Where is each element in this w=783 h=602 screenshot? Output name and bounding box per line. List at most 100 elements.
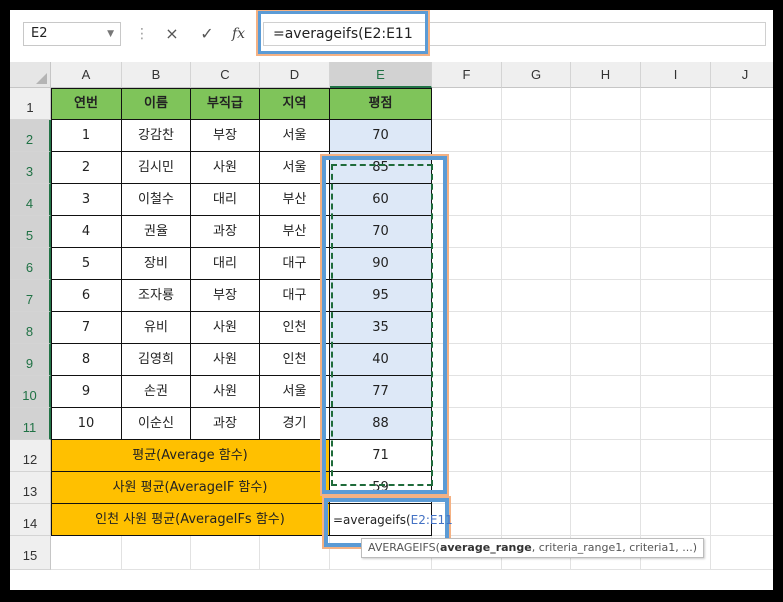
select-all-corner[interactable] [10, 62, 51, 88]
cancel-icon[interactable]: × [163, 23, 181, 45]
empty-cell[interactable] [641, 88, 711, 120]
table-cell[interactable]: 1 [51, 120, 122, 152]
table-cell[interactable]: 3 [51, 184, 122, 216]
table-header-cell[interactable]: 부직급 [191, 88, 260, 120]
empty-cell[interactable] [571, 152, 641, 184]
empty-cell[interactable] [571, 344, 641, 376]
column-header-g[interactable]: G [502, 62, 571, 88]
check-icon[interactable]: ✓ [198, 23, 216, 45]
table-cell[interactable]: 5 [51, 248, 122, 280]
row-header-11[interactable]: 11 [10, 408, 51, 440]
empty-cell[interactable] [502, 472, 571, 504]
empty-cell[interactable] [641, 472, 711, 504]
empty-cell[interactable] [191, 536, 260, 570]
table-header-cell[interactable]: 이름 [122, 88, 191, 120]
empty-cell[interactable] [571, 280, 641, 312]
empty-cell[interactable] [641, 408, 711, 440]
empty-cell[interactable] [432, 120, 502, 152]
empty-cell[interactable] [641, 248, 711, 280]
table-header-cell[interactable]: 지역 [260, 88, 330, 120]
empty-cell[interactable] [571, 120, 641, 152]
table-cell[interactable]: 8 [51, 344, 122, 376]
row-header-15[interactable]: 15 [10, 536, 51, 570]
table-cell[interactable]: 유비 [122, 312, 191, 344]
table-cell[interactable]: 6 [51, 280, 122, 312]
table-cell[interactable]: 대구 [260, 248, 330, 280]
table-cell[interactable]: 조자룡 [122, 280, 191, 312]
table-cell[interactable]: 사원 [191, 376, 260, 408]
table-cell[interactable]: 과장 [191, 408, 260, 440]
table-cell[interactable]: 과장 [191, 216, 260, 248]
row-header-7[interactable]: 7 [10, 280, 51, 312]
empty-cell[interactable] [641, 120, 711, 152]
empty-cell[interactable] [571, 504, 641, 536]
empty-cell[interactable] [502, 280, 571, 312]
table-cell[interactable]: 권율 [122, 216, 191, 248]
editing-cell-text[interactable]: =averageifs(E2:E11 [333, 510, 453, 530]
table-header-cell[interactable]: 연번 [51, 88, 122, 120]
empty-cell[interactable] [641, 280, 711, 312]
empty-cell[interactable] [711, 312, 773, 344]
tooltip-active-arg[interactable]: average_range [440, 541, 532, 554]
table-cell[interactable]: 서울 [260, 120, 330, 152]
empty-cell[interactable] [502, 440, 571, 472]
table-cell[interactable]: 인천 [260, 312, 330, 344]
summary-label[interactable]: 사원 평균(AverageIF 함수) [51, 472, 330, 504]
empty-cell[interactable] [502, 184, 571, 216]
table-cell[interactable]: 이순신 [122, 408, 191, 440]
empty-cell[interactable] [711, 152, 773, 184]
table-cell[interactable]: 부장 [191, 120, 260, 152]
row-header-2[interactable]: 2 [10, 120, 51, 152]
empty-cell[interactable] [571, 312, 641, 344]
empty-cell[interactable] [571, 408, 641, 440]
table-cell[interactable]: 대구 [260, 280, 330, 312]
empty-cell[interactable] [641, 344, 711, 376]
empty-cell[interactable] [641, 184, 711, 216]
table-cell[interactable]: 김영희 [122, 344, 191, 376]
empty-cell[interactable] [122, 536, 191, 570]
table-cell[interactable]: 9 [51, 376, 122, 408]
empty-cell[interactable] [711, 504, 773, 536]
table-cell[interactable]: 서울 [260, 152, 330, 184]
row-header-8[interactable]: 8 [10, 312, 51, 344]
column-header-h[interactable]: H [571, 62, 641, 88]
empty-cell[interactable] [641, 152, 711, 184]
tooltip-fn-name[interactable]: AVERAGEIFS( [368, 541, 440, 554]
table-cell[interactable]: 김시민 [122, 152, 191, 184]
empty-cell[interactable] [571, 184, 641, 216]
empty-cell[interactable] [571, 248, 641, 280]
empty-cell[interactable] [711, 344, 773, 376]
table-cell[interactable]: 7 [51, 312, 122, 344]
table-cell[interactable]: 2 [51, 152, 122, 184]
row-header-5[interactable]: 5 [10, 216, 51, 248]
table-cell[interactable]: 경기 [260, 408, 330, 440]
column-header-f[interactable]: F [432, 62, 502, 88]
empty-cell[interactable] [502, 312, 571, 344]
table-header-cell[interactable]: 평점 [330, 88, 432, 120]
summary-label[interactable]: 평균(Average 함수) [51, 440, 330, 472]
row-header-10[interactable]: 10 [10, 376, 51, 408]
empty-cell[interactable] [711, 120, 773, 152]
table-cell[interactable]: 사원 [191, 344, 260, 376]
empty-cell[interactable] [711, 536, 773, 570]
table-cell[interactable]: 대리 [191, 248, 260, 280]
table-cell[interactable]: 70 [330, 120, 432, 152]
empty-cell[interactable] [571, 88, 641, 120]
table-cell[interactable]: 강감찬 [122, 120, 191, 152]
row-header-12[interactable]: 12 [10, 440, 51, 472]
empty-cell[interactable] [502, 504, 571, 536]
table-cell[interactable]: 사원 [191, 312, 260, 344]
table-cell[interactable]: 대리 [191, 184, 260, 216]
empty-cell[interactable] [641, 440, 711, 472]
empty-cell[interactable] [641, 312, 711, 344]
row-header-14[interactable]: 14 [10, 504, 51, 536]
table-cell[interactable]: 손권 [122, 376, 191, 408]
empty-cell[interactable] [571, 440, 641, 472]
empty-cell[interactable] [571, 376, 641, 408]
row-header-13[interactable]: 13 [10, 472, 51, 504]
empty-cell[interactable] [432, 88, 502, 120]
summary-label[interactable]: 인천 사원 평균(AverageIFs 함수) [51, 504, 330, 536]
empty-cell[interactable] [502, 88, 571, 120]
table-cell[interactable]: 10 [51, 408, 122, 440]
empty-cell[interactable] [711, 440, 773, 472]
